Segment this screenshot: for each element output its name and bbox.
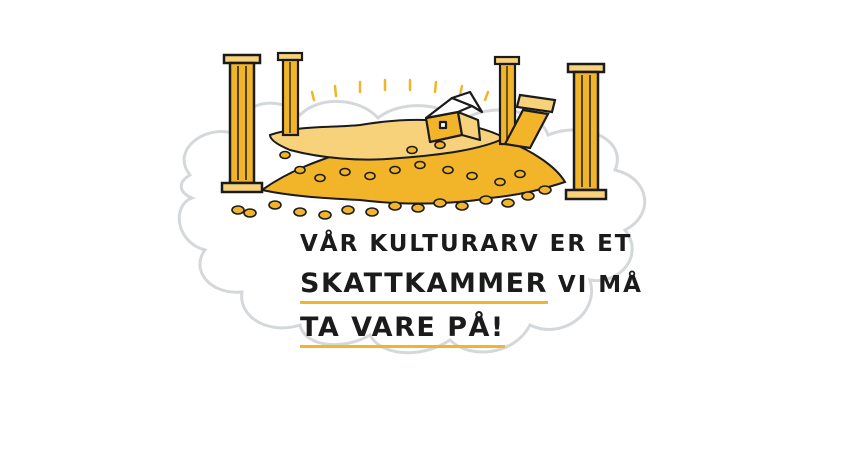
column-left-front	[220, 53, 264, 194]
treasure-chest	[424, 90, 484, 144]
caption-line-2-rest: VI MÅ	[547, 272, 643, 298]
caption-line-3: TA VARE PÅ!	[300, 312, 505, 348]
caption-emphasis-skattkammer: SKATTKAMMER	[300, 268, 548, 304]
column-right-front	[564, 62, 608, 201]
caption-line-2: SKATTKAMMER VI MÅ	[300, 268, 643, 304]
caption-line-1: VÅR KULTURARV ER ET	[300, 231, 633, 257]
column-left-back	[276, 51, 304, 137]
caption-emphasis-ta-vare-pa: TA VARE PÅ!	[300, 312, 505, 348]
